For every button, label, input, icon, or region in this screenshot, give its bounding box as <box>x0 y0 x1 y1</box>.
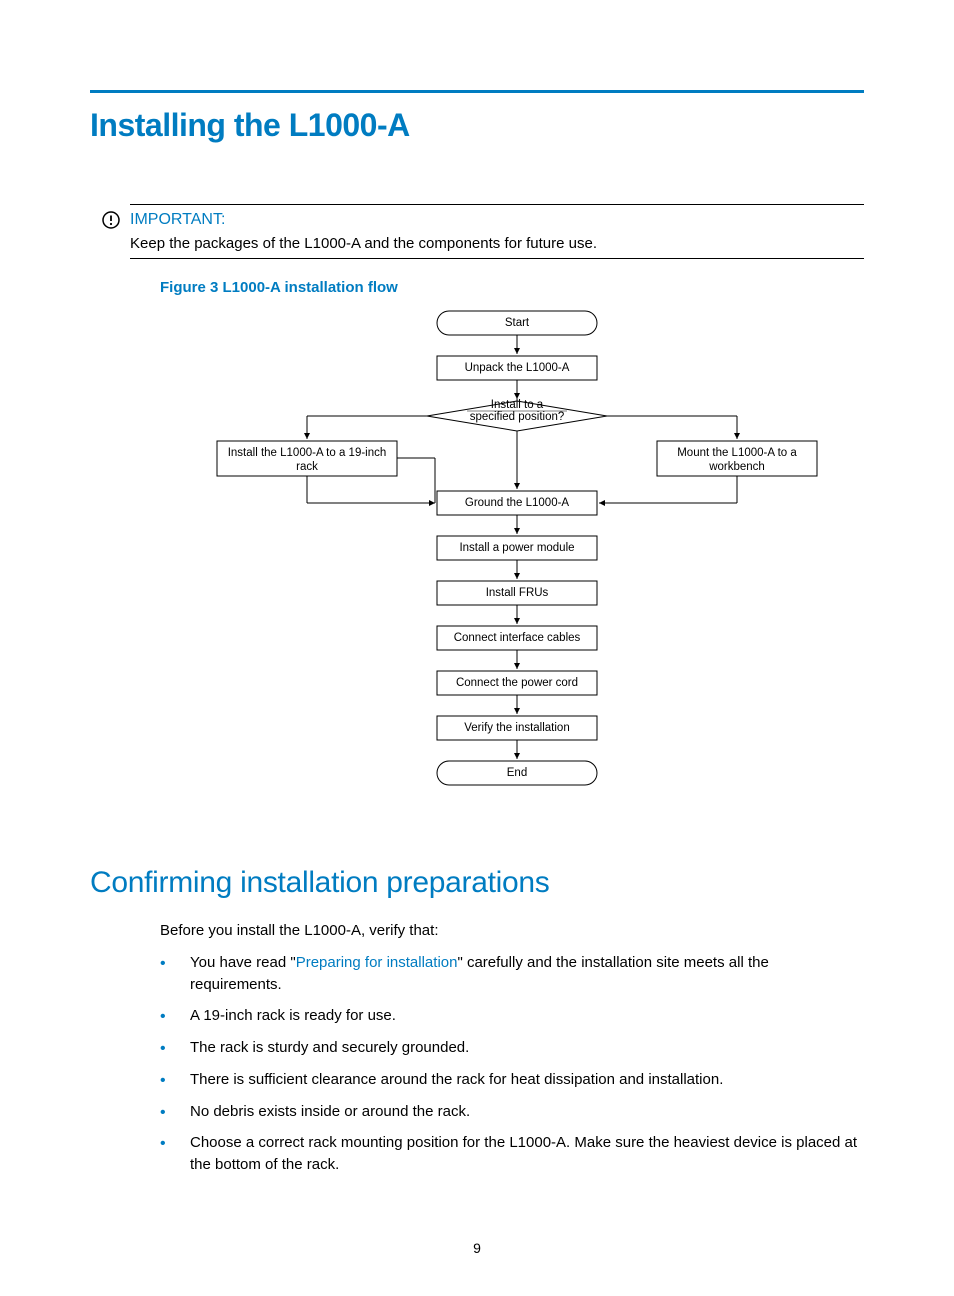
list-item: Choose a correct rack mounting position … <box>160 1132 864 1176</box>
page: Installing the L1000-A IMPORTANT: Keep t… <box>0 0 954 1296</box>
important-text: Keep the packages of the L1000-A and the… <box>130 235 864 259</box>
section-heading: Confirming installation preparations <box>90 866 864 900</box>
important-icon <box>102 211 120 234</box>
flow-workbench-l1: Mount the L1000-A to a <box>677 447 797 459</box>
important-heading: IMPORTANT: <box>130 211 864 229</box>
page-title: Installing the L1000-A <box>90 107 864 144</box>
flow-cord: Connect the power cord <box>456 677 578 689</box>
intro-text: Before you install the L1000-A, verify t… <box>160 920 864 942</box>
important-callout: IMPORTANT: Keep the packages of the L100… <box>130 204 864 259</box>
flow-ground: Ground the L1000-A <box>465 497 570 509</box>
flow-frus: Install FRUs <box>486 587 549 599</box>
flow-rack-l1: Install the L1000-A to a 19-inch <box>228 447 387 459</box>
list-item: There is sufficient clearance around the… <box>160 1069 864 1091</box>
flow-decision-l2: specified position? <box>470 411 565 423</box>
flow-decision-l1: Install to a <box>491 399 544 411</box>
flow-unpack: Unpack the L1000-A <box>465 362 570 374</box>
list-item: No debris exists inside or around the ra… <box>160 1101 864 1123</box>
flow-rack-l2: rack <box>296 461 318 473</box>
top-rule <box>90 90 864 93</box>
flow-end: End <box>507 767 527 779</box>
flow-cables: Connect interface cables <box>454 632 581 644</box>
flow-verify: Verify the installation <box>464 722 569 734</box>
flowchart: Start Unpack the L1000-A Install to a sp… <box>177 306 777 826</box>
list-item: You have read "Preparing for installatio… <box>160 952 864 996</box>
bullet-list: You have read "Preparing for installatio… <box>160 952 864 1176</box>
flow-power-module: Install a power module <box>459 542 574 554</box>
figure-caption: Figure 3 L1000-A installation flow <box>160 279 864 296</box>
list-item: The rack is sturdy and securely grounded… <box>160 1037 864 1059</box>
page-number: 9 <box>0 1240 954 1256</box>
flow-start: Start <box>505 317 530 329</box>
list-item: A 19-inch rack is ready for use. <box>160 1005 864 1027</box>
bullet-pre: You have read " <box>190 954 296 971</box>
flow-workbench-l2: workbench <box>708 461 765 473</box>
link-preparing[interactable]: Preparing for installation <box>296 954 458 971</box>
